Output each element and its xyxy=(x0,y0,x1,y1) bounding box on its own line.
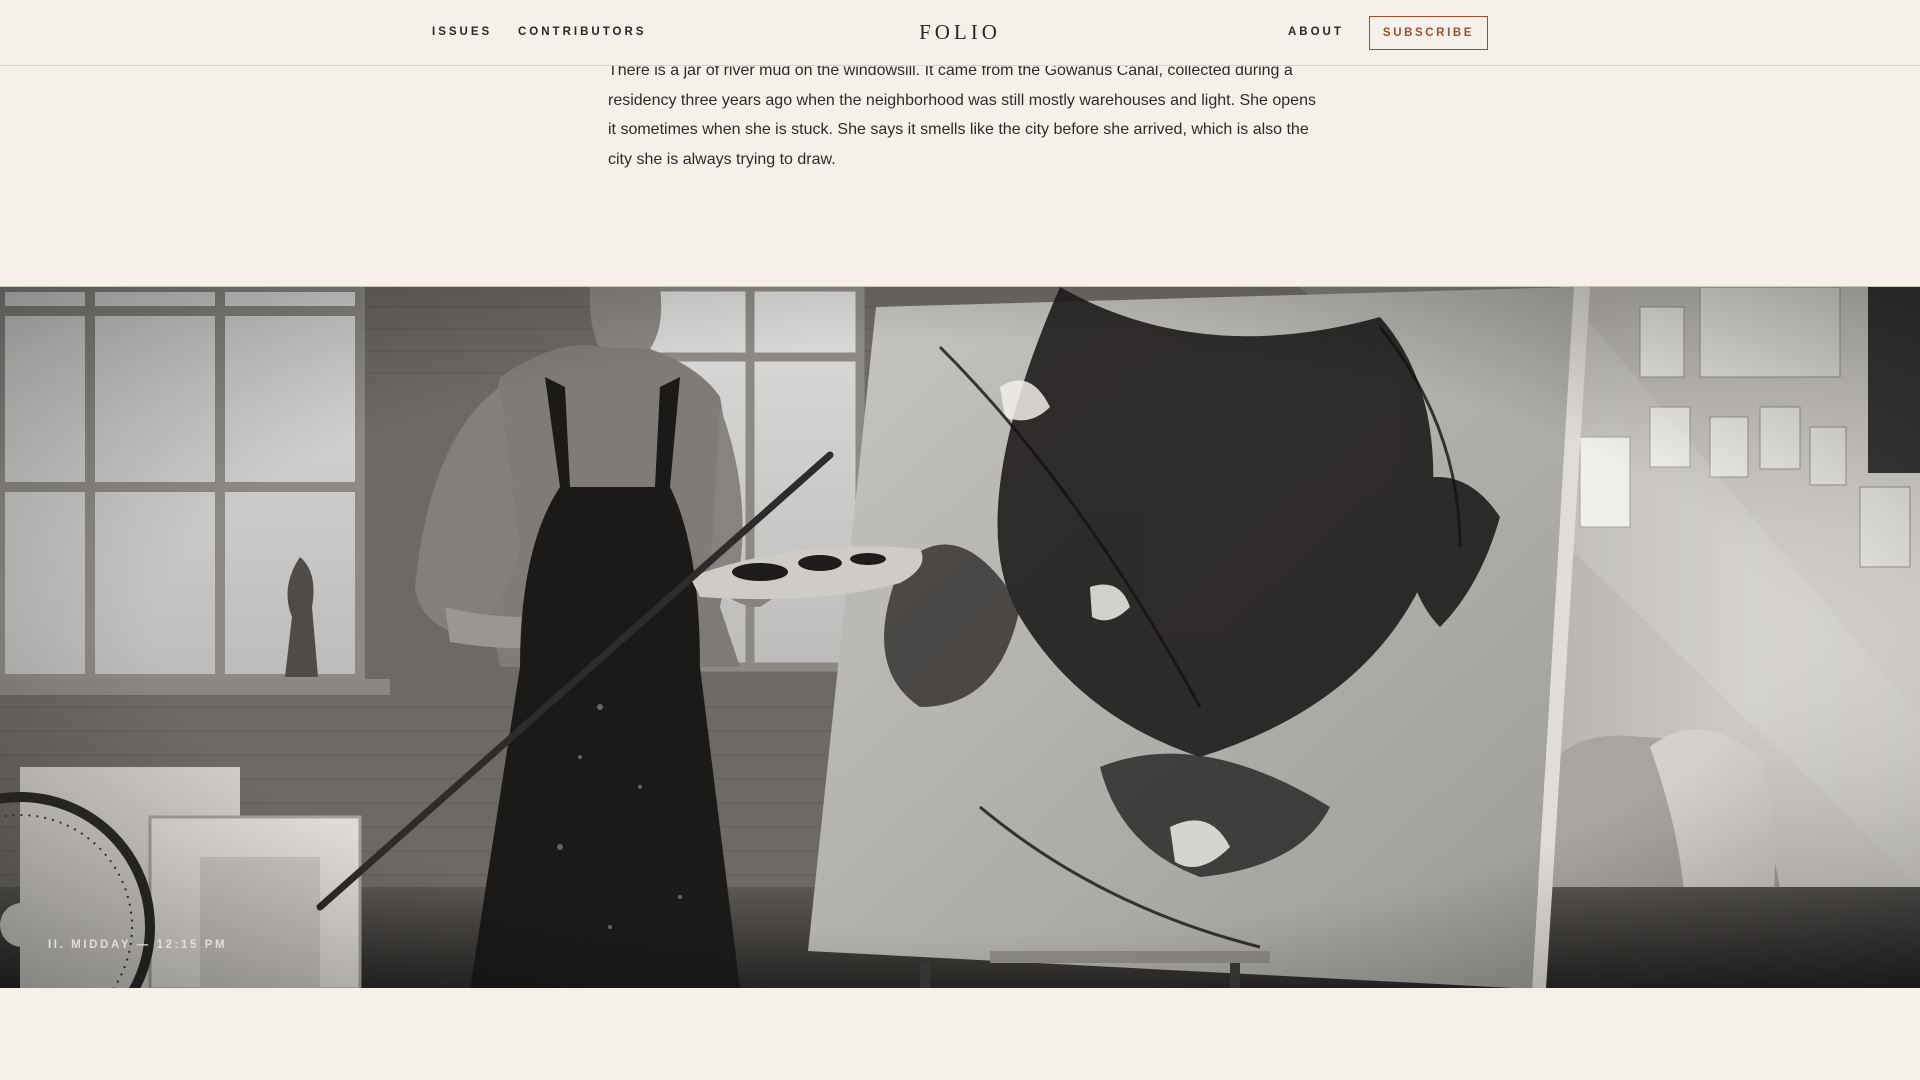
studio-photo-illustration xyxy=(0,287,1920,988)
top-navigation: ISSUES CONTRIBUTORS FOLIO ABOUT SUBSCRIB… xyxy=(0,0,1920,66)
nav-about-link[interactable]: ABOUT xyxy=(1288,26,1344,38)
article-paragraph: There is a jar of river mud on the windo… xyxy=(608,62,1316,168)
nav-issues-link[interactable]: ISSUES xyxy=(432,26,492,38)
studio-photo: II. MIDDAY — 12:15 PM xyxy=(0,286,1920,988)
site-logo[interactable]: FOLIO xyxy=(0,20,1920,45)
page: ISSUES CONTRIBUTORS FOLIO ABOUT SUBSCRIB… xyxy=(0,0,1920,1080)
subscribe-button[interactable]: SUBSCRIBE xyxy=(1369,16,1488,50)
nav-contributors-link[interactable]: CONTRIBUTORS xyxy=(518,26,646,38)
photo-caption: II. MIDDAY — 12:15 PM xyxy=(48,939,228,951)
